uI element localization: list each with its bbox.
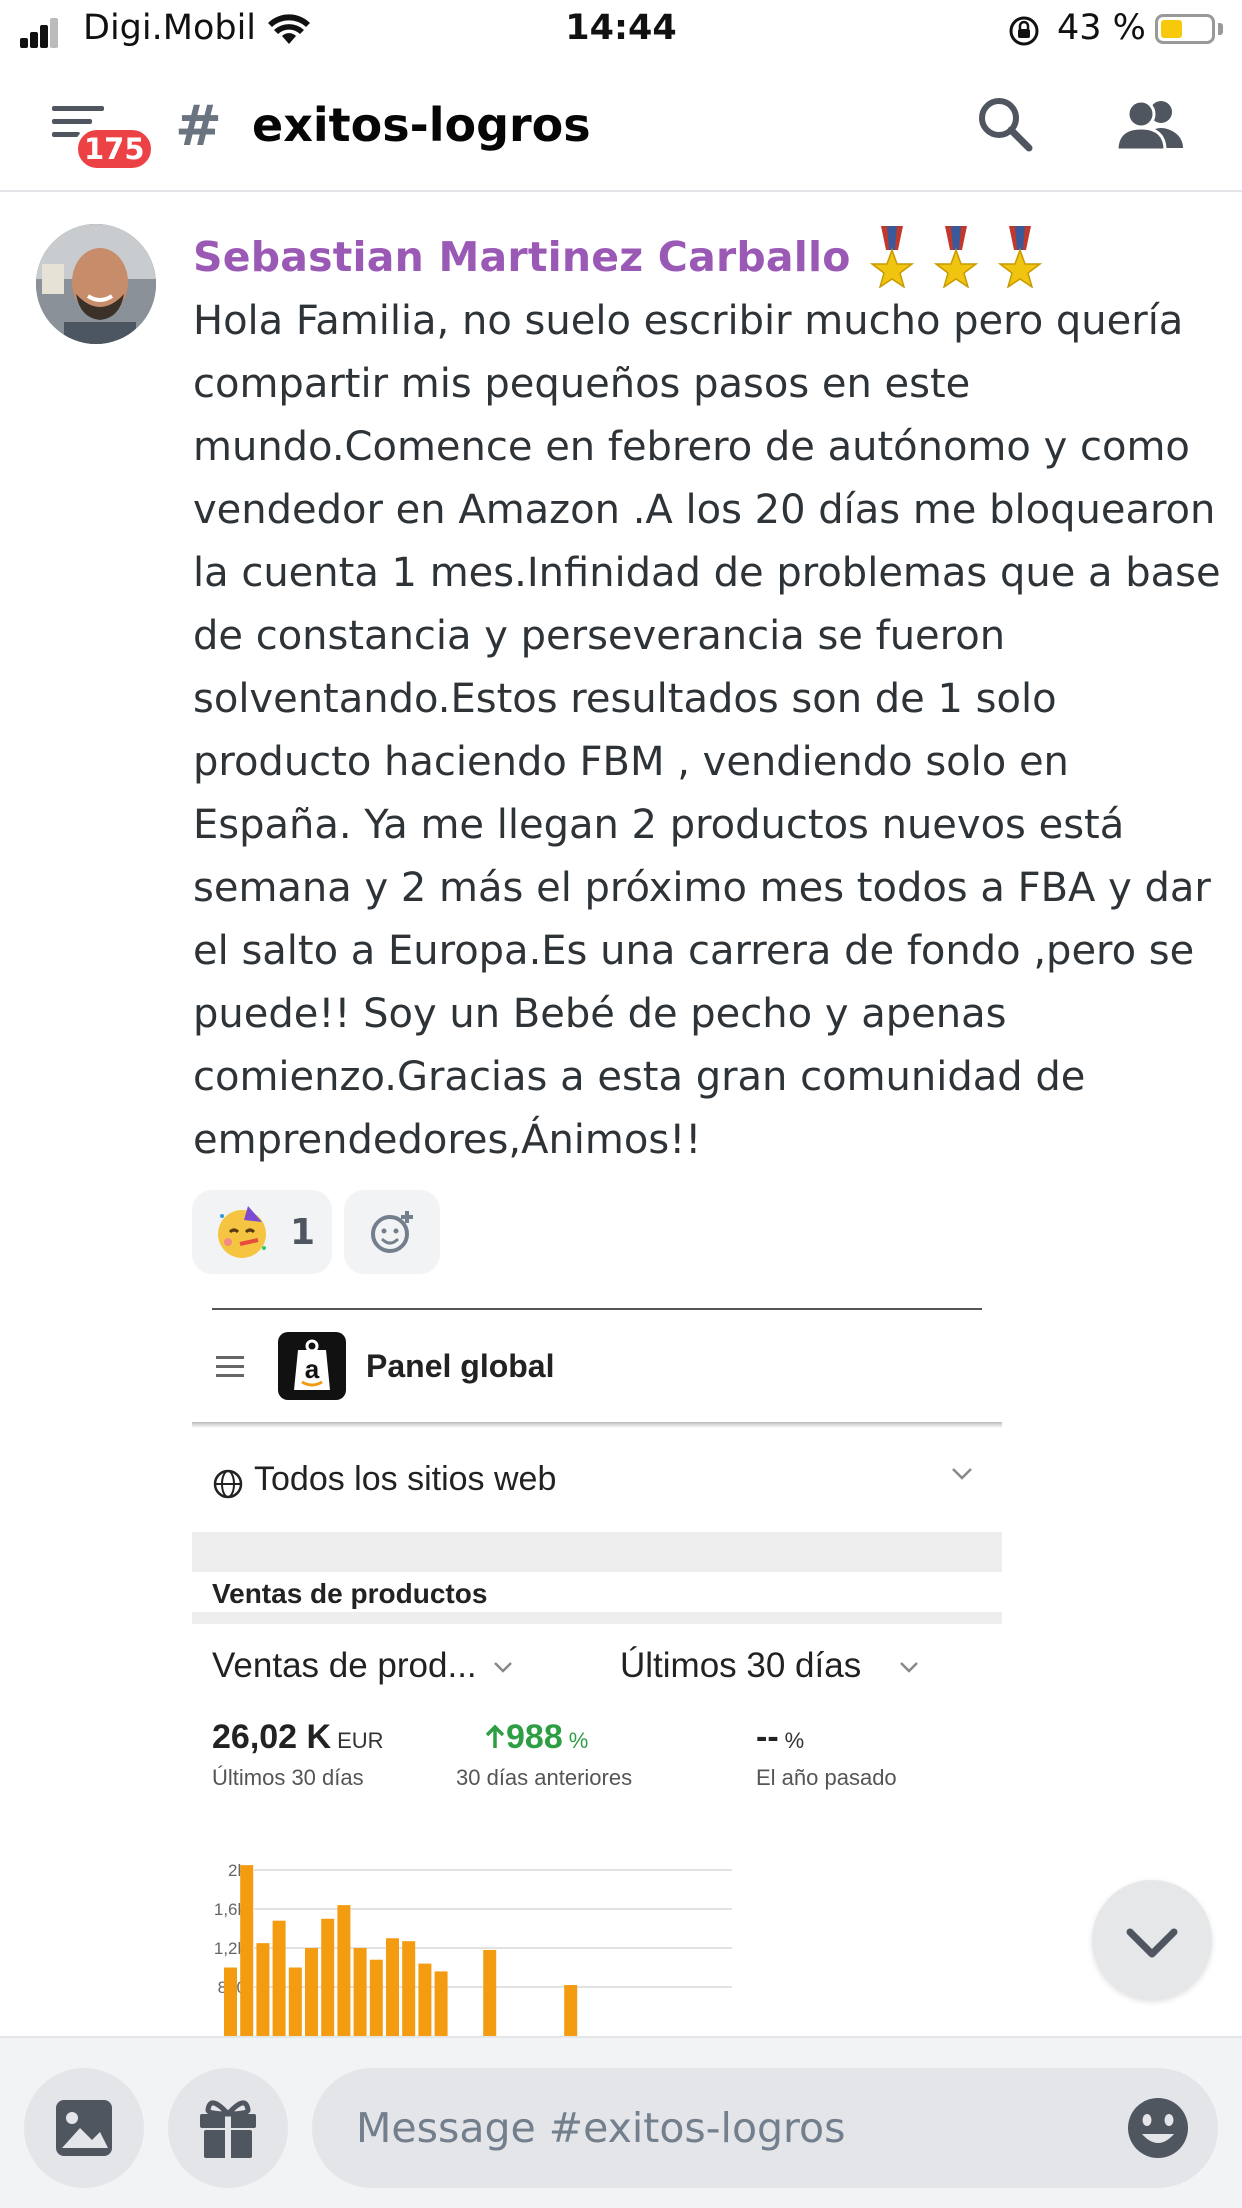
chart-bar [369, 1959, 383, 2040]
metric-value: 26,02 K [212, 1718, 332, 1756]
chart-bar [434, 1971, 448, 2040]
attach-image-button[interactable] [24, 2068, 144, 2188]
chart-bar [483, 1949, 497, 2040]
chart-bar [288, 1967, 302, 2040]
avatar-photo [36, 224, 156, 344]
message-content: Hola Familia, no suelo escribir mucho pe… [193, 298, 1221, 1163]
status-time: 14:44 [565, 8, 677, 48]
battery-percentage: 43 % [1057, 8, 1146, 48]
chart-bar [337, 1905, 351, 2040]
message-input-placeholder: Message #exitos-logros [356, 2104, 846, 2152]
metric-label: 30 días anteriores [456, 1765, 633, 1790]
hash-icon: # [175, 94, 222, 159]
chart-bar [321, 1918, 335, 2040]
divider [212, 1308, 982, 1310]
image-icon [56, 2100, 112, 2156]
partying-face-icon [218, 1206, 266, 1258]
channel-header: 175 # exitos-logros [0, 64, 1242, 192]
message-header: Sebastian Martinez Carballo [193, 226, 1043, 288]
chart-bar [224, 1967, 237, 2040]
jump-to-bottom-button[interactable] [1092, 1880, 1212, 2000]
battery-level [1161, 20, 1182, 38]
channels-menu-button[interactable]: 175 [52, 104, 155, 174]
globe-icon [213, 1469, 243, 1499]
gift-button[interactable] [168, 2068, 288, 2188]
panel-title: Panel global [366, 1348, 555, 1384]
chevron-down-icon [1126, 1928, 1178, 1958]
gift-icon [200, 2100, 256, 2158]
metric-unit: EUR [337, 1728, 384, 1753]
section-band [192, 1532, 1002, 1572]
medal-icon [869, 226, 914, 288]
metric-dropdown: Ventas de prod... [212, 1646, 477, 1685]
add-reaction-icon [371, 1211, 413, 1253]
battery-icon [1155, 14, 1215, 44]
members-icon[interactable] [1115, 96, 1185, 156]
chart-bar [386, 1938, 399, 2040]
medal-icon [997, 226, 1042, 288]
add-reaction-button[interactable] [344, 1190, 440, 1274]
rotation-lock-icon [1009, 16, 1039, 46]
battery-tip [1218, 23, 1223, 35]
header-shadow [192, 1422, 1002, 1428]
emoji-icon[interactable] [1124, 2094, 1192, 2162]
channel-title: exitos-logros [252, 98, 591, 152]
amazon-logo-icon: a [278, 1332, 346, 1400]
sales-bar-chart: 2k1,6k1,2k800 [214, 1861, 732, 2040]
image-attachment[interactable]: a Panel global Todos los sitios web Vent… [192, 1300, 1002, 2040]
chart-bar [272, 1920, 286, 2040]
metric-label: El año pasado [756, 1765, 897, 1790]
chart-bar [256, 1943, 270, 2040]
chart-bar [240, 1865, 254, 2040]
svg-text:a: a [305, 1354, 320, 1384]
section-band-bottom [192, 1612, 1002, 1624]
message-composer: Message #exitos-logros [0, 2036, 1242, 2208]
hamburger-icon [216, 1356, 244, 1383]
chevron-down-icon [952, 1468, 972, 1480]
period-dropdown: Últimos 30 días [620, 1646, 862, 1685]
chevron-down-icon [900, 1662, 918, 1673]
status-bar: Digi.Mobil 14:44 43 % [0, 0, 1242, 64]
metric-label: Últimos 30 días [212, 1765, 364, 1790]
arrow-up-icon [485, 1724, 505, 1748]
metric-unit: % [784, 1728, 805, 1753]
medal-icon [933, 226, 978, 288]
chart-bar [353, 1948, 367, 2040]
metric-growth: 988% 30 días anteriores [456, 1718, 632, 1791]
reactions-bar: 1 [192, 1190, 440, 1274]
metric-value: 988 [506, 1718, 563, 1756]
metric-sales: 26,02 K EUR Últimos 30 días [212, 1718, 384, 1791]
sites-selector: Todos los sitios web [254, 1460, 557, 1498]
search-icon[interactable] [975, 94, 1035, 154]
reaction-count: 1 [290, 1211, 316, 1253]
avatar[interactable] [36, 224, 156, 344]
metric-value: -- [756, 1718, 779, 1756]
message-input[interactable]: Message #exitos-logros [312, 2068, 1218, 2188]
chart-bar [564, 1985, 578, 2040]
chart-bar [402, 1941, 416, 2040]
section-title: Ventas de productos [212, 1578, 488, 1609]
chevron-down-icon [494, 1662, 512, 1673]
reaction-partying-face[interactable]: 1 [192, 1190, 332, 1274]
chart-bar [305, 1948, 318, 2040]
chart-bar [418, 1963, 432, 2040]
unread-badge: 175 [74, 126, 155, 172]
metric-last-year: --% El año pasado [756, 1718, 897, 1791]
metric-unit: % [568, 1728, 589, 1753]
author-name[interactable]: Sebastian Martinez Carballo [193, 233, 851, 281]
